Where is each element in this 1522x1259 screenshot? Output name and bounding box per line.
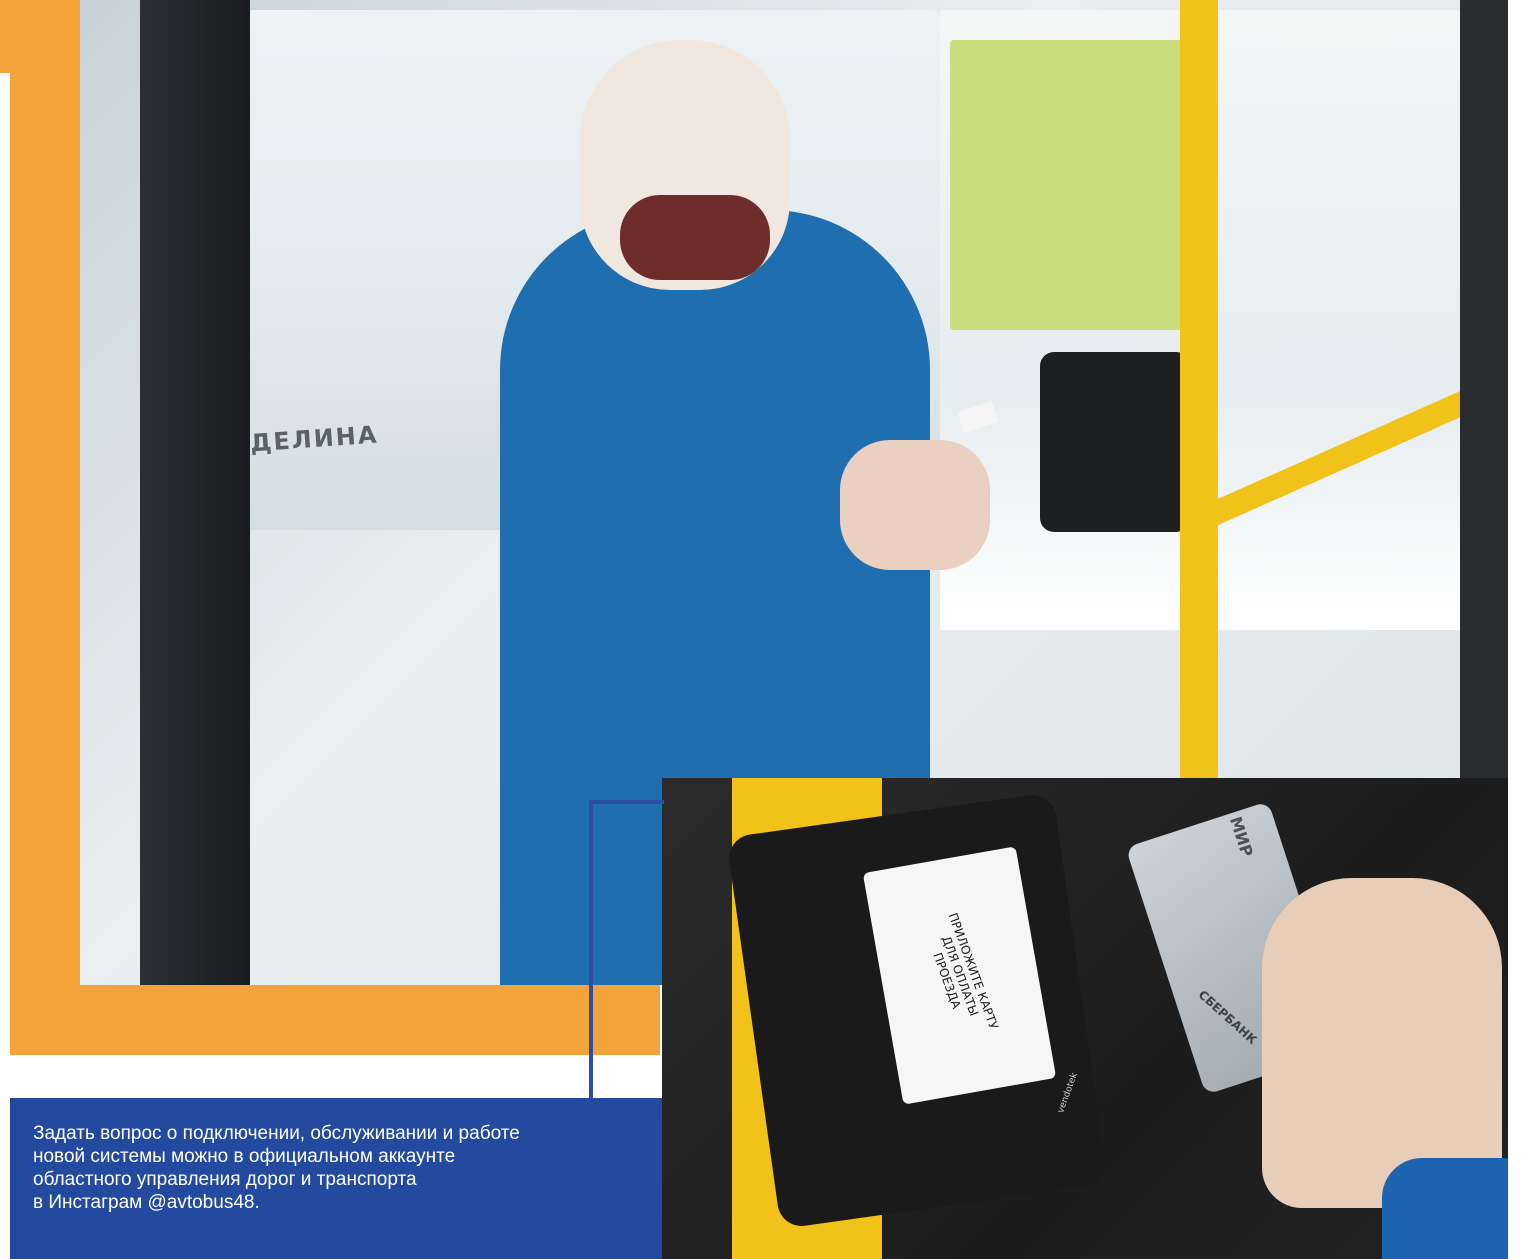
street-kiosk xyxy=(950,40,1190,330)
card-bank: СБЕРБАНК xyxy=(1195,987,1260,1048)
passenger-mask xyxy=(620,195,770,280)
caption-text: Задать вопрос о подключении, обслуживани… xyxy=(33,1123,520,1213)
connector-line-horizontal xyxy=(589,800,664,804)
connector-line-vertical xyxy=(589,800,593,1100)
inset-photo: ПРИЛОЖИТЕ КАРТУ ДЛЯ ОПЛАТЫ ПРОЕЗДА vendo… xyxy=(662,778,1508,1259)
yellow-handrail-pole xyxy=(1180,0,1218,800)
inset-sleeve xyxy=(1382,1158,1508,1259)
card-brand: МИР xyxy=(1225,814,1257,860)
validator-screen-text: ПРИЛОЖИТЕ КАРТУ ДЛЯ ОПЛАТЫ ПРОЕЗДА xyxy=(929,910,1001,1031)
fare-validator xyxy=(1040,352,1190,532)
bus-door-frame xyxy=(140,0,250,985)
passenger-glove xyxy=(840,440,990,570)
